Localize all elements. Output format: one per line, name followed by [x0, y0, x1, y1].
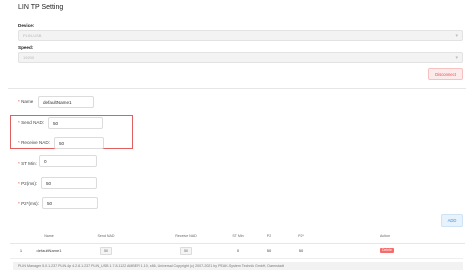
- col-header-send-nad: Send NAD: [97, 234, 115, 238]
- required-mark: *: [18, 201, 20, 206]
- st-min-label: * ST Min:: [18, 161, 37, 166]
- p2-input[interactable]: 50: [41, 177, 97, 189]
- required-mark: *: [18, 181, 20, 186]
- send-nad-label-text: Send NAD:: [21, 120, 45, 125]
- send-nad-label: * Send NAD:: [18, 120, 44, 125]
- receive-nad-label-text: Receive NAD:: [21, 140, 50, 145]
- col-header-p2star: P2*: [298, 234, 304, 238]
- col-header-p2: P2: [266, 234, 272, 238]
- row-index: 1: [19, 248, 23, 253]
- p2-label: * P2(ms):: [18, 181, 37, 186]
- required-mark: *: [18, 120, 20, 125]
- col-header-name: Name: [44, 234, 54, 238]
- name-label: * Name: [18, 99, 33, 104]
- speed-select-value: 19200: [23, 55, 35, 60]
- row-receive-nad-cell: 50: [168, 247, 204, 255]
- col-header-action: Action: [380, 234, 390, 238]
- name-input[interactable]: defaultName1: [38, 96, 94, 108]
- speed-label: Speed:: [18, 45, 34, 50]
- receive-nad-input[interactable]: 50: [54, 137, 104, 149]
- table-bottom-divider: [10, 258, 463, 259]
- required-mark: *: [18, 161, 20, 166]
- delete-button[interactable]: Delete: [380, 248, 394, 253]
- p2-label-text: P2(ms):: [21, 181, 38, 186]
- row-send-nad-cell: 50: [88, 247, 124, 255]
- table-header: Name Send NAD Receive NAD ST Min P2 P2* …: [10, 234, 465, 240]
- divider: [8, 88, 466, 89]
- row-send-nad[interactable]: 50: [100, 247, 112, 255]
- required-mark: *: [18, 140, 20, 145]
- chevron-down-icon: ▾: [455, 55, 458, 61]
- row-st-min: 0: [236, 248, 240, 253]
- receive-nad-label: * Receive NAD:: [18, 140, 50, 145]
- name-label-text: Name: [21, 99, 34, 104]
- col-header-st-min: ST Min: [232, 234, 244, 238]
- table-row: 1 defaultName1 50 50 0 50 50 Delete: [10, 247, 465, 255]
- speed-select[interactable]: 19200 ▾: [18, 52, 463, 63]
- disconnect-button[interactable]: Disconnect: [428, 68, 463, 80]
- row-p2star: 50: [298, 248, 304, 253]
- p2star-input[interactable]: 50: [42, 197, 98, 209]
- p2star-label-text: P2*(ms):: [21, 201, 39, 206]
- chevron-down-icon: ▾: [455, 33, 458, 39]
- st-min-input[interactable]: 0: [39, 155, 97, 167]
- row-receive-nad[interactable]: 50: [180, 247, 192, 255]
- col-header-receive-nad: Receive NAD: [175, 234, 197, 238]
- table-header-divider: [10, 243, 465, 244]
- page-title: LIN TP Setting: [18, 4, 64, 11]
- row-name: defaultName1: [36, 248, 62, 253]
- required-mark: *: [18, 99, 20, 104]
- device-select-value: PLIN-USB: [23, 33, 42, 38]
- row-p2: 50: [266, 248, 272, 253]
- st-min-label-text: ST Min:: [21, 161, 37, 166]
- device-select[interactable]: PLIN-USB ▾: [18, 30, 463, 41]
- footer-text: PLIN Manager 5.0.1.237 PLIN.4p 4.2.8.1.2…: [18, 264, 284, 268]
- add-button[interactable]: ADD: [441, 214, 463, 227]
- device-label: Device:: [18, 23, 35, 28]
- send-nad-input[interactable]: 50: [48, 117, 103, 129]
- p2star-label: * P2*(ms):: [18, 201, 39, 206]
